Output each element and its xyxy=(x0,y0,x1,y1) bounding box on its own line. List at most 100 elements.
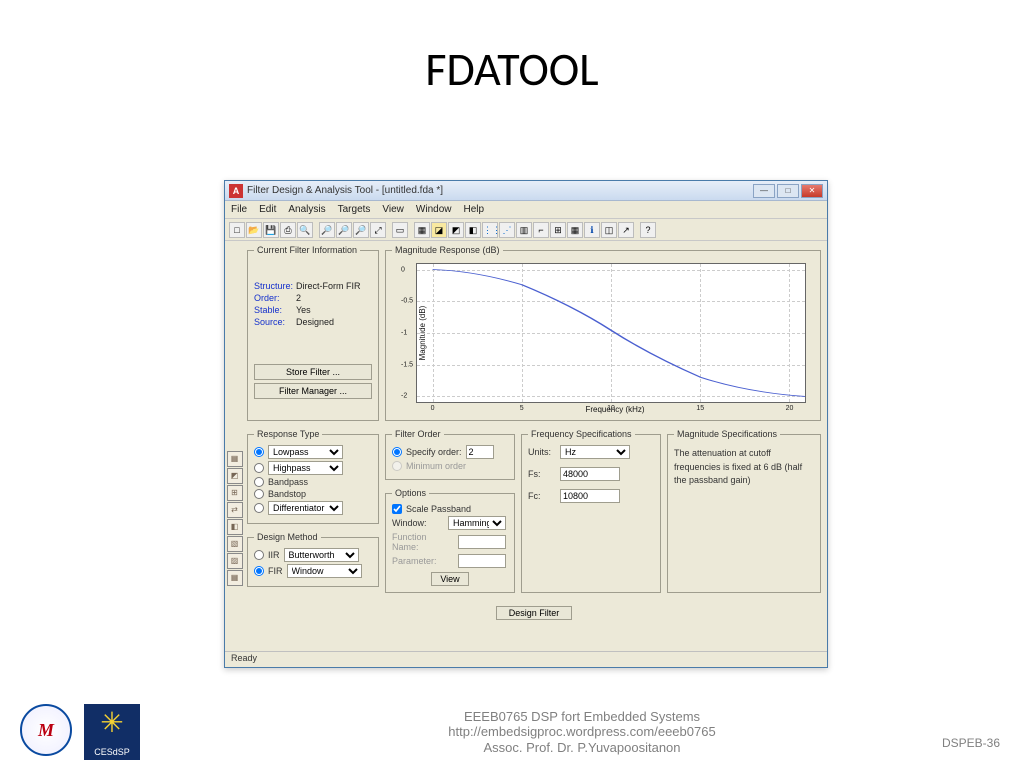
side-icon-4[interactable]: ⇄ xyxy=(227,502,243,518)
menu-file[interactable]: File xyxy=(229,204,249,215)
side-icon-6[interactable]: ▧ xyxy=(227,536,243,552)
opt-view-button[interactable]: View xyxy=(431,572,468,586)
tb-icon-1[interactable]: ▭ xyxy=(392,222,408,238)
dm-iir-radio[interactable] xyxy=(254,550,264,560)
freq-units-label: Units: xyxy=(528,447,556,457)
store-filter-button[interactable]: Store Filter ... xyxy=(254,364,372,380)
opt-param-input xyxy=(458,554,506,568)
rt-lowpass-radio[interactable] xyxy=(254,447,264,457)
slide-footer: M CESdSP EEEB0765 DSP fort Embedded Syst… xyxy=(0,704,1024,760)
side-icon-5[interactable]: ◧ xyxy=(227,519,243,535)
tb-icon-13[interactable]: ↗ xyxy=(618,222,634,238)
menu-edit[interactable]: Edit xyxy=(257,204,278,215)
dm-legend: Design Method xyxy=(254,532,321,542)
footer-line3: Assoc. Prof. Dr. P.Yuvapoositanon xyxy=(140,740,1024,756)
fo-min-label: Minimum order xyxy=(406,461,466,471)
fo-specify-label: Specify order: xyxy=(406,447,462,457)
tb-icon-4[interactable]: ◩ xyxy=(448,222,464,238)
zoom-icon[interactable]: 🔎 xyxy=(353,222,369,238)
zoomout-icon[interactable]: 🔎 xyxy=(336,222,352,238)
side-icon-7[interactable]: ▨ xyxy=(227,553,243,569)
freq-units-select[interactable]: Hz xyxy=(560,445,630,459)
filter-order-panel: Filter Order Specify order: Minimum orde… xyxy=(385,429,515,480)
tb-icon-9[interactable]: ⌐ xyxy=(533,222,549,238)
window-title: Filter Design & Analysis Tool - [untitle… xyxy=(247,185,443,196)
tb-icon-8[interactable]: ▥ xyxy=(516,222,532,238)
titlebar: A Filter Design & Analysis Tool - [untit… xyxy=(225,181,827,201)
open-icon[interactable]: 📂 xyxy=(246,222,262,238)
statusbar: Ready xyxy=(225,651,827,667)
design-filter-button[interactable]: Design Filter xyxy=(496,606,573,620)
footer-line2: http://embedsigproc.wordpress.com/eeeb07… xyxy=(140,724,1024,740)
design-method-panel: Design Method IIR Butterworth FIR Window xyxy=(247,532,379,587)
dm-iir-select[interactable]: Butterworth xyxy=(284,548,359,562)
university-logo: M xyxy=(20,704,72,756)
help-icon[interactable]: ? xyxy=(640,222,656,238)
menu-window[interactable]: Window xyxy=(414,204,454,215)
rt-bandpass-label: Bandpass xyxy=(268,477,308,487)
rt-highpass-radio[interactable] xyxy=(254,463,264,473)
side-toolbar: ▦ ◩ ⊞ ⇄ ◧ ▧ ▨ ▦ xyxy=(225,241,244,651)
menu-targets[interactable]: Targets xyxy=(336,204,373,215)
side-icon-3[interactable]: ⊞ xyxy=(227,485,243,501)
save-icon[interactable]: 💾 xyxy=(263,222,279,238)
dm-fir-select[interactable]: Window xyxy=(287,564,362,578)
side-icon-1[interactable]: ▦ xyxy=(227,451,243,467)
rt-legend: Response Type xyxy=(254,429,322,439)
dm-fir-label: FIR xyxy=(268,566,283,576)
fo-specify-input[interactable] xyxy=(466,445,494,459)
fo-specify-radio[interactable] xyxy=(392,447,402,457)
rt-diff-radio[interactable] xyxy=(254,503,264,513)
rt-diff-select[interactable]: Differentiator xyxy=(268,501,343,515)
filter-manager-button[interactable]: Filter Manager ... xyxy=(254,383,372,399)
info-icon[interactable]: ℹ xyxy=(584,222,600,238)
tb-icon-10[interactable]: ⊞ xyxy=(550,222,566,238)
freq-fs-label: Fs: xyxy=(528,469,556,479)
freq-fc-label: Fc: xyxy=(528,491,556,501)
rt-bandpass-radio[interactable] xyxy=(254,477,264,487)
menu-analysis[interactable]: Analysis xyxy=(286,204,327,215)
cfi-order-value: 2 xyxy=(296,293,301,303)
menu-help[interactable]: Help xyxy=(461,204,486,215)
freq-fs-input[interactable] xyxy=(560,467,620,481)
dm-fir-radio[interactable] xyxy=(254,566,264,576)
opt-window-label: Window: xyxy=(392,518,444,528)
freq-fc-input[interactable] xyxy=(560,489,620,503)
tb-icon-12[interactable]: ◫ xyxy=(601,222,617,238)
cfi-source-label: Source: xyxy=(254,317,296,327)
new-icon[interactable]: □ xyxy=(229,222,245,238)
rt-lowpass-select[interactable]: Lowpass xyxy=(268,445,343,459)
tb-icon-3[interactable]: ◪ xyxy=(431,222,447,238)
magspec-note: The attenuation at cutoff frequencies is… xyxy=(674,447,814,488)
maximize-button[interactable]: □ xyxy=(777,184,799,198)
cfi-stable-value: Yes xyxy=(296,305,311,315)
app-icon: A xyxy=(229,184,243,198)
tb-icon-5[interactable]: ◧ xyxy=(465,222,481,238)
fo-legend: Filter Order xyxy=(392,429,444,439)
tb-icon-11[interactable]: ▦ xyxy=(567,222,583,238)
print-icon[interactable]: ⎙ xyxy=(280,222,296,238)
preview-icon[interactable]: 🔍 xyxy=(297,222,313,238)
tb-icon-7[interactable]: ⋰ xyxy=(499,222,515,238)
opt-scale-checkbox[interactable] xyxy=(392,504,402,514)
opt-legend: Options xyxy=(392,488,429,498)
menu-view[interactable]: View xyxy=(380,204,406,215)
cesdsp-logo: CESdSP xyxy=(84,704,140,760)
side-icon-2[interactable]: ◩ xyxy=(227,468,243,484)
opt-window-select[interactable]: Hamming xyxy=(448,516,506,530)
close-button[interactable]: ✕ xyxy=(801,184,823,198)
tb-icon-2[interactable]: ▦ xyxy=(414,222,430,238)
options-panel: Options Scale Passband Window:Hamming Fu… xyxy=(385,488,515,593)
rt-highpass-select[interactable]: Highpass xyxy=(268,461,343,475)
minimize-button[interactable]: — xyxy=(753,184,775,198)
opt-scale-label: Scale Passband xyxy=(406,504,471,514)
dm-iir-label: IIR xyxy=(268,550,280,560)
side-icon-8[interactable]: ▦ xyxy=(227,570,243,586)
rt-bandstop-radio[interactable] xyxy=(254,489,264,499)
magnitude-response-panel: Magnitude Response (dB) Magnitude (dB) 0… xyxy=(385,245,821,421)
cfi-structure-value: Direct-Form FIR xyxy=(296,281,361,291)
zoomin-icon[interactable]: 🔎 xyxy=(319,222,335,238)
toolbar: □ 📂 💾 ⎙ 🔍 🔎 🔎 🔎 ⤢ ▭ ▦ ◪ ◩ ◧ ⋮⋮ ⋰ ▥ ⌐ ⊞ ▦… xyxy=(225,219,827,241)
tb-icon-6[interactable]: ⋮⋮ xyxy=(482,222,498,238)
fit-icon[interactable]: ⤢ xyxy=(370,222,386,238)
